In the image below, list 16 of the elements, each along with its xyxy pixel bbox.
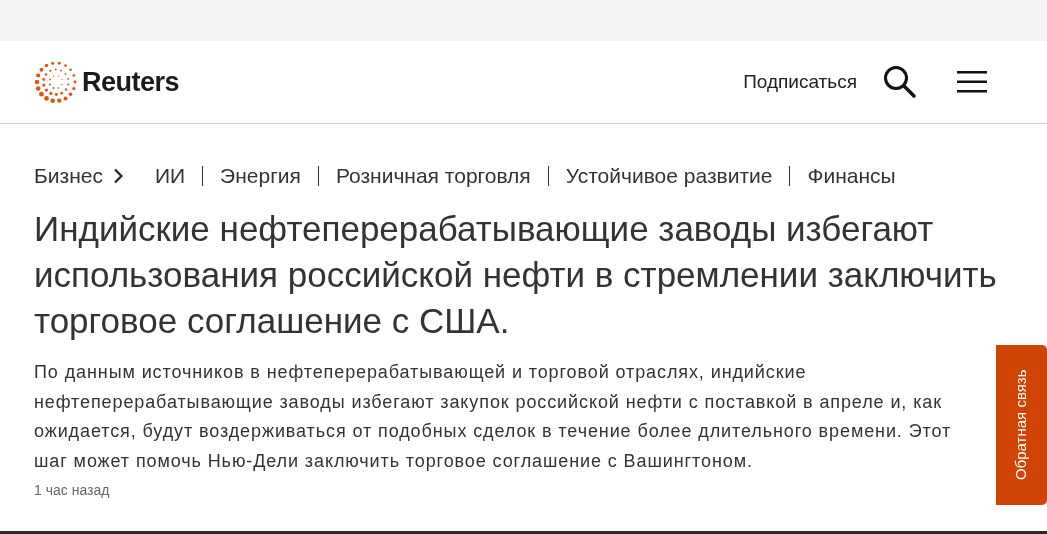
menu-icon[interactable] (957, 71, 987, 93)
category-link[interactable]: Устойчивое развитие (565, 160, 773, 192)
timestamp: 1 час назад (34, 482, 110, 498)
logo-text[interactable]: Reuters (82, 61, 180, 103)
search-icon[interactable] (883, 65, 917, 99)
breadcrumb-link[interactable]: Бизнес (34, 160, 123, 192)
article-headline[interactable]: Индийские нефтеперерабатывающие заводы избегают использования российской нефти в стремлении заключить торговое соглашение с США. (34, 206, 1014, 344)
category-link[interactable]: Финансы (807, 160, 896, 192)
category-link[interactable]: Розничная торговля (335, 160, 531, 192)
feedback-tab[interactable]: Обратная связь (996, 345, 1047, 505)
chevron-right-icon (112, 168, 123, 184)
category-link[interactable]: ИИ (154, 160, 186, 192)
subscribe-link[interactable]: Подписаться (743, 67, 857, 97)
logo-icon[interactable] (34, 60, 78, 104)
category-link[interactable]: Энергия (220, 160, 301, 192)
article-summary: По данным источников в нефтеперерабатывающей и торговой отраслях, индийские нефтеперерабатывающие заводы избегают закупок российской нефти с поставкой в апреле и, как ожидается, будут воздерживаться от подобных сделок в течение более длительного времени. Этот шаг может помочь Нью-Дели заключить торговое соглашение с Вашингтоном. (34, 361, 953, 473)
